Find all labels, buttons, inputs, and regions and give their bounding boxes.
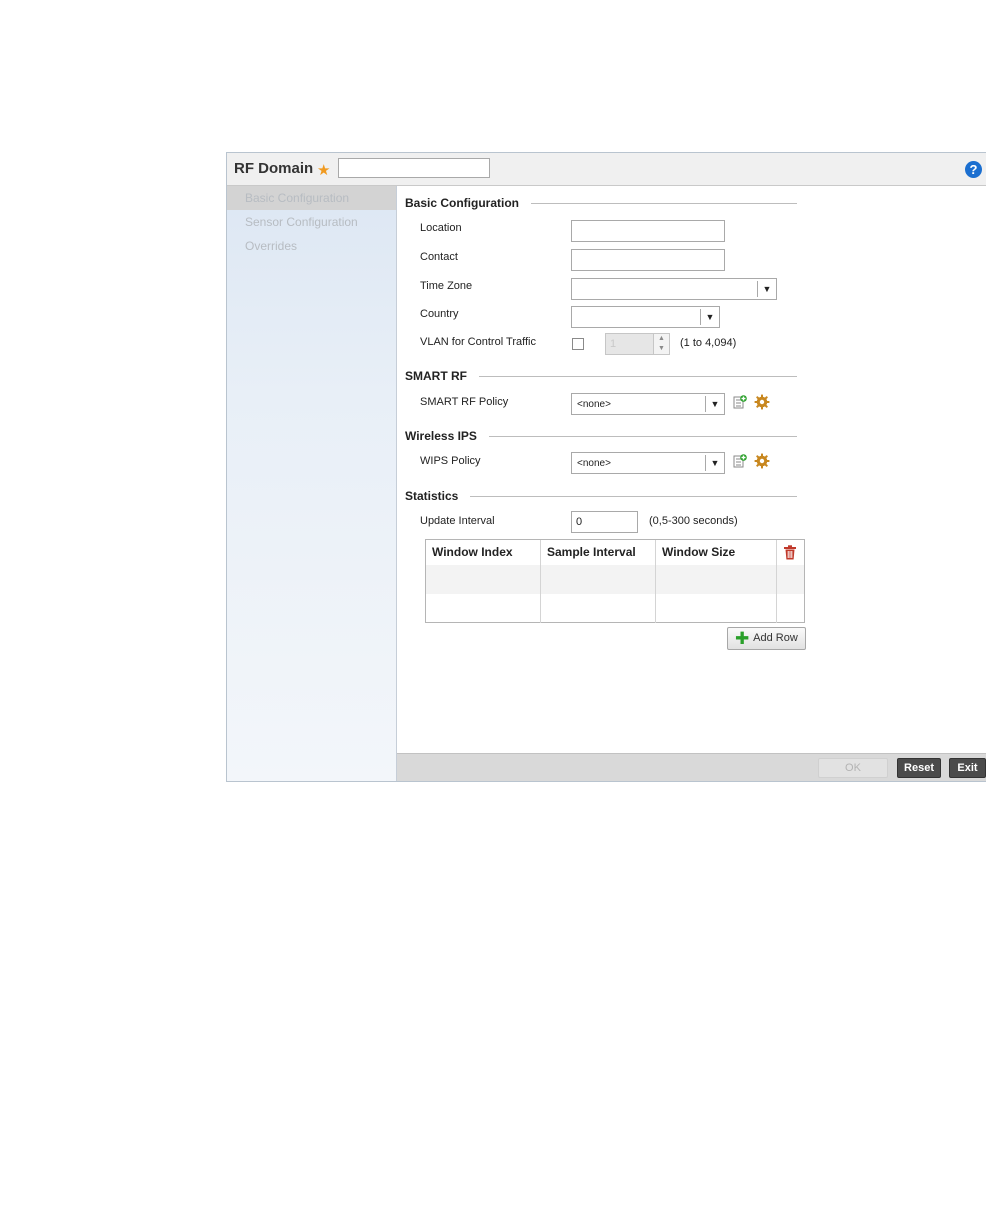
statistics-window-table: Window Index Sample Interval Window Size [425, 539, 805, 623]
contact-input[interactable] [571, 249, 725, 271]
time-zone-select[interactable]: ▼ [571, 278, 777, 300]
chevron-up-icon[interactable]: ▲ [654, 334, 669, 344]
vlan-stepper-buttons: ▲ ▼ [653, 334, 669, 354]
vlan-control-traffic-label: VLAN for Control Traffic [420, 336, 536, 348]
chevron-down-icon: ▼ [700, 309, 719, 325]
sidebar-item-overrides[interactable]: Overrides [227, 234, 396, 258]
required-star-icon: ★ [317, 162, 331, 179]
section-heading: Wireless IPS [405, 429, 477, 443]
table-cell [541, 594, 656, 623]
help-icon[interactable]: ? [965, 161, 982, 178]
dialog-footer: OK Reset Exit [397, 753, 986, 781]
wips-policy-label: WIPS Policy [420, 455, 481, 467]
wips-policy-value: <none> [577, 458, 611, 469]
title-bar: RF Domain ★ ? [227, 153, 986, 186]
smart-rf-policy-label: SMART RF Policy [420, 396, 509, 408]
add-row-label: Add Row [753, 632, 798, 644]
vlan-enable-checkbox[interactable] [572, 338, 584, 350]
vlan-value: 1 [610, 338, 617, 350]
column-header-window-index[interactable]: Window Index [426, 540, 541, 565]
smart-rf-policy-select[interactable]: <none> ▼ [571, 393, 725, 415]
smart-rf-policy-value: <none> [577, 399, 611, 410]
sidebar-item-basic-configuration[interactable]: Basic Configuration [227, 186, 396, 210]
table-header: Window Index Sample Interval Window Size [426, 540, 804, 566]
vlan-range-hint: (1 to 4,094) [680, 337, 737, 349]
chevron-down-icon[interactable]: ▼ [654, 344, 669, 354]
table-cell [656, 565, 777, 594]
table-cell [426, 594, 541, 623]
table-row[interactable] [426, 594, 804, 623]
table-row[interactable] [426, 565, 804, 594]
add-row-button[interactable]: ✚ Add Row [727, 627, 806, 650]
exit-button[interactable]: Exit [949, 758, 986, 778]
column-header-sample-interval[interactable]: Sample Interval [541, 540, 656, 565]
table-cell [426, 565, 541, 594]
location-label: Location [420, 222, 462, 234]
create-policy-icon[interactable] [733, 395, 747, 409]
table-cell [656, 594, 777, 623]
wips-policy-select[interactable]: <none> ▼ [571, 452, 725, 474]
content-panel: Basic Configuration Location Contact Tim… [397, 186, 986, 753]
chevron-down-icon: ▼ [705, 396, 724, 412]
dialog-title: RF Domain [234, 160, 314, 177]
table-cell [541, 565, 656, 594]
section-heading: SMART RF [405, 369, 467, 383]
time-zone-label: Time Zone [420, 280, 473, 292]
chevron-down-icon: ▼ [757, 281, 776, 297]
edit-policy-gear-icon[interactable] [754, 453, 770, 469]
section-wireless-ips: Wireless IPS [405, 429, 797, 443]
country-label: Country [420, 308, 459, 320]
country-select[interactable]: ▼ [571, 306, 720, 328]
location-input[interactable] [571, 220, 725, 242]
reset-button[interactable]: Reset [897, 758, 941, 778]
section-statistics: Statistics [405, 489, 797, 503]
sidebar: Basic Configuration Sensor Configuration… [227, 186, 397, 781]
section-basic-configuration: Basic Configuration [405, 196, 797, 210]
update-interval-range-hint: (0,5-300 seconds) [649, 515, 738, 527]
section-heading: Statistics [405, 489, 459, 503]
vlan-stepper[interactable]: 1 ▲ ▼ [605, 333, 670, 355]
delete-trash-icon[interactable] [783, 545, 797, 560]
chevron-down-icon: ▼ [705, 455, 724, 471]
column-header-window-size[interactable]: Window Size [656, 540, 777, 565]
section-heading: Basic Configuration [405, 196, 520, 210]
contact-label: Contact [420, 251, 458, 263]
create-policy-icon[interactable] [733, 454, 747, 468]
sidebar-item-sensor-configuration[interactable]: Sensor Configuration [227, 210, 396, 234]
plus-icon: ✚ [735, 629, 750, 648]
rf-domain-name-input[interactable] [338, 158, 490, 178]
rf-domain-dialog: RF Domain ★ ? Basic Configuration Sensor… [226, 152, 986, 782]
update-interval-input[interactable] [571, 511, 638, 533]
update-interval-label: Update Interval [420, 515, 495, 527]
section-smart-rf: SMART RF [405, 369, 797, 383]
edit-policy-gear-icon[interactable] [754, 394, 770, 410]
ok-button[interactable]: OK [818, 758, 888, 778]
